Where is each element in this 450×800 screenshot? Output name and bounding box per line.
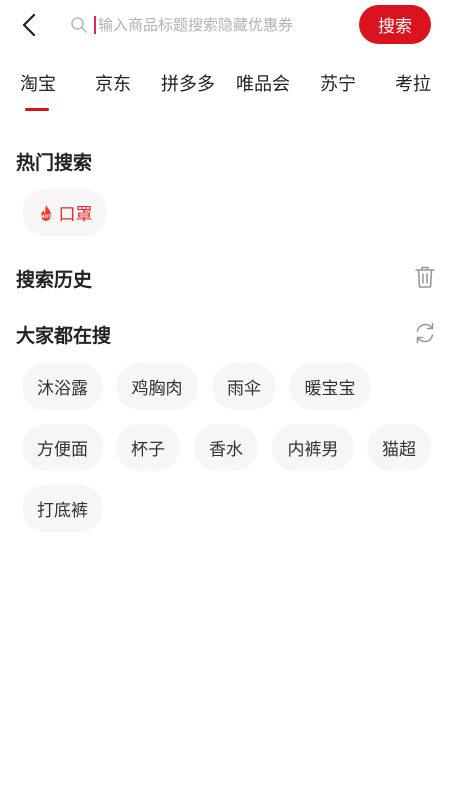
tab-kaola[interactable]: 考拉: [394, 70, 432, 100]
tab-jd[interactable]: 京东: [94, 70, 132, 100]
popular-chip[interactable]: 内裤男: [272, 424, 354, 471]
chevron-left-icon: [22, 14, 36, 36]
clear-history-button[interactable]: [412, 264, 438, 290]
hot-fire-icon: HOT: [40, 204, 51, 221]
platform-tabs: 淘宝 京东 拼多多 唯品会 苏宁 考拉: [0, 62, 450, 114]
hot-badge-text: HOT: [41, 214, 51, 219]
popular-title: 大家都在搜: [16, 325, 112, 347]
hot-search-label: 口罩: [58, 205, 93, 225]
hot-search-chip[interactable]: HOT 口罩: [22, 189, 107, 236]
search-button[interactable]: 搜索: [359, 5, 431, 44]
trash-icon: [415, 266, 435, 288]
search-input[interactable]: [98, 10, 338, 40]
search-icon: [71, 17, 87, 33]
popular-chip[interactable]: 打底裤: [22, 485, 103, 532]
popular-chip[interactable]: 方便面: [22, 424, 103, 471]
search-page: 搜索 淘宝 京东 拼多多 唯品会 苏宁 考拉 热门搜索 HOT 口罩 搜索历史 …: [0, 0, 450, 800]
hot-search-title: 热门搜索: [16, 152, 93, 174]
top-bar: 搜索: [0, 0, 450, 50]
popular-chip[interactable]: 沐浴露: [22, 363, 103, 410]
history-title: 搜索历史: [16, 269, 93, 291]
search-box[interactable]: [70, 8, 345, 42]
back-button[interactable]: [14, 10, 44, 40]
text-cursor: [94, 16, 96, 34]
refresh-button[interactable]: [412, 320, 438, 346]
tab-pinduoduo[interactable]: 拼多多: [160, 70, 216, 100]
popular-chip[interactable]: 鸡胸肉: [116, 363, 198, 410]
tab-taobao[interactable]: 淘宝: [19, 70, 57, 100]
popular-chip[interactable]: 香水: [194, 424, 258, 471]
refresh-icon: [416, 322, 434, 344]
popular-chip[interactable]: 雨伞: [212, 363, 276, 410]
popular-chip[interactable]: 暖宝宝: [289, 363, 371, 410]
popular-chip[interactable]: 猫超: [367, 424, 431, 471]
popular-chip[interactable]: 杯子: [116, 424, 180, 471]
tab-active-indicator: [25, 108, 49, 111]
tab-vipshop[interactable]: 唯品会: [235, 70, 291, 100]
tab-suning[interactable]: 苏宁: [319, 70, 357, 100]
